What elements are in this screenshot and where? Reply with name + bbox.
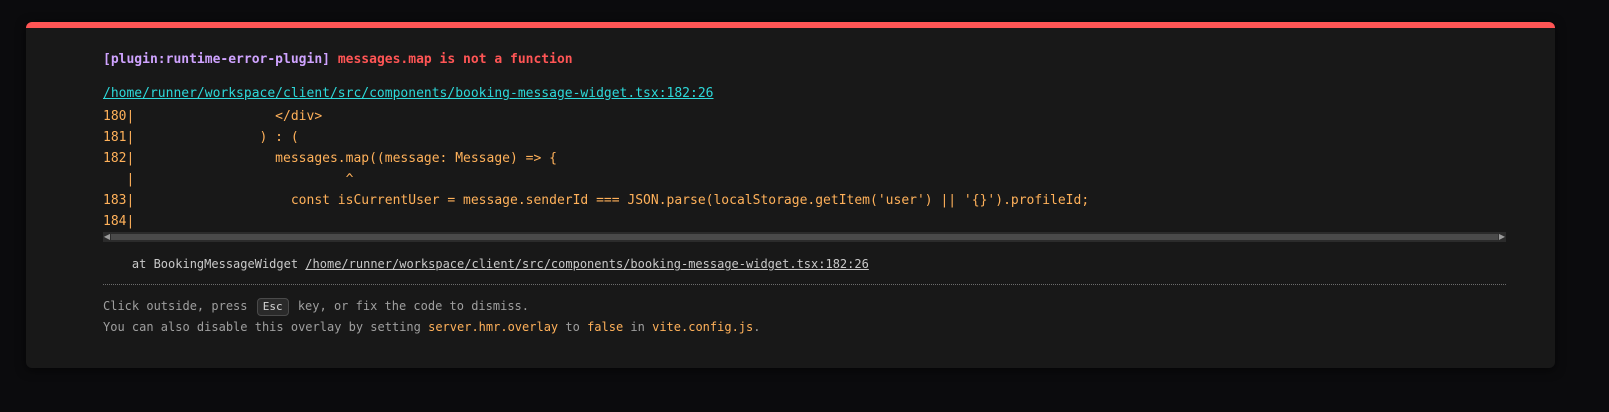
stack-trace: at BookingMessageWidget /home/runner/wor… xyxy=(103,256,869,272)
setting-value: false xyxy=(587,320,624,334)
dismiss-tip: Click outside, press Esc key, or fix the… xyxy=(103,297,529,316)
setting-name: server.hmr.overlay xyxy=(428,320,559,334)
code-line: 182| messages.map((message: Message) => … xyxy=(103,151,557,166)
error-accent-bar xyxy=(26,22,1555,28)
code-line-caret: | ^ xyxy=(103,172,354,187)
plugin-name: [plugin:runtime-error-plugin] xyxy=(103,52,330,67)
code-line: 180| </div> xyxy=(103,109,323,124)
tip-text: . xyxy=(753,320,761,334)
tip-text: in xyxy=(623,320,653,334)
scroll-right-arrow-icon[interactable]: ▶ xyxy=(1498,232,1506,242)
scrollbar-thumb[interactable] xyxy=(111,234,1498,240)
config-file-name: vite.config.js xyxy=(652,320,754,334)
code-line: 183| const isCurrentUser = message.sende… xyxy=(103,193,1090,208)
disable-overlay-tip: You can also disable this overlay by set… xyxy=(103,318,760,336)
stack-file-link[interactable]: /home/runner/workspace/client/src/compon… xyxy=(305,257,869,271)
error-overlay: [plugin:runtime-error-plugin] messages.m… xyxy=(26,22,1555,368)
scroll-left-arrow-icon[interactable]: ◀ xyxy=(103,232,111,242)
tip-text: Click outside, press xyxy=(103,299,255,313)
code-frame-scrollbar[interactable]: ◀ ▶ xyxy=(103,232,1506,242)
tip-text: to xyxy=(558,320,588,334)
tip-text: You can also disable this overlay by set… xyxy=(103,320,429,334)
error-message-text: messages.map is not a function xyxy=(337,52,573,67)
esc-key: Esc xyxy=(256,298,289,316)
code-frame: 180| </div> 181| ) : ( 182| messages.map… xyxy=(103,106,1506,242)
divider xyxy=(103,284,1506,285)
error-file-link[interactable]: /home/runner/workspace/client/src/compon… xyxy=(103,86,713,102)
stack-prefix: at BookingMessageWidget xyxy=(103,257,306,271)
tip-text: key, or fix the code to dismiss. xyxy=(290,299,530,313)
code-line: 181| ) : ( xyxy=(103,130,299,145)
code-line: 184| xyxy=(103,214,135,229)
error-message: [plugin:runtime-error-plugin] messages.m… xyxy=(103,52,573,68)
